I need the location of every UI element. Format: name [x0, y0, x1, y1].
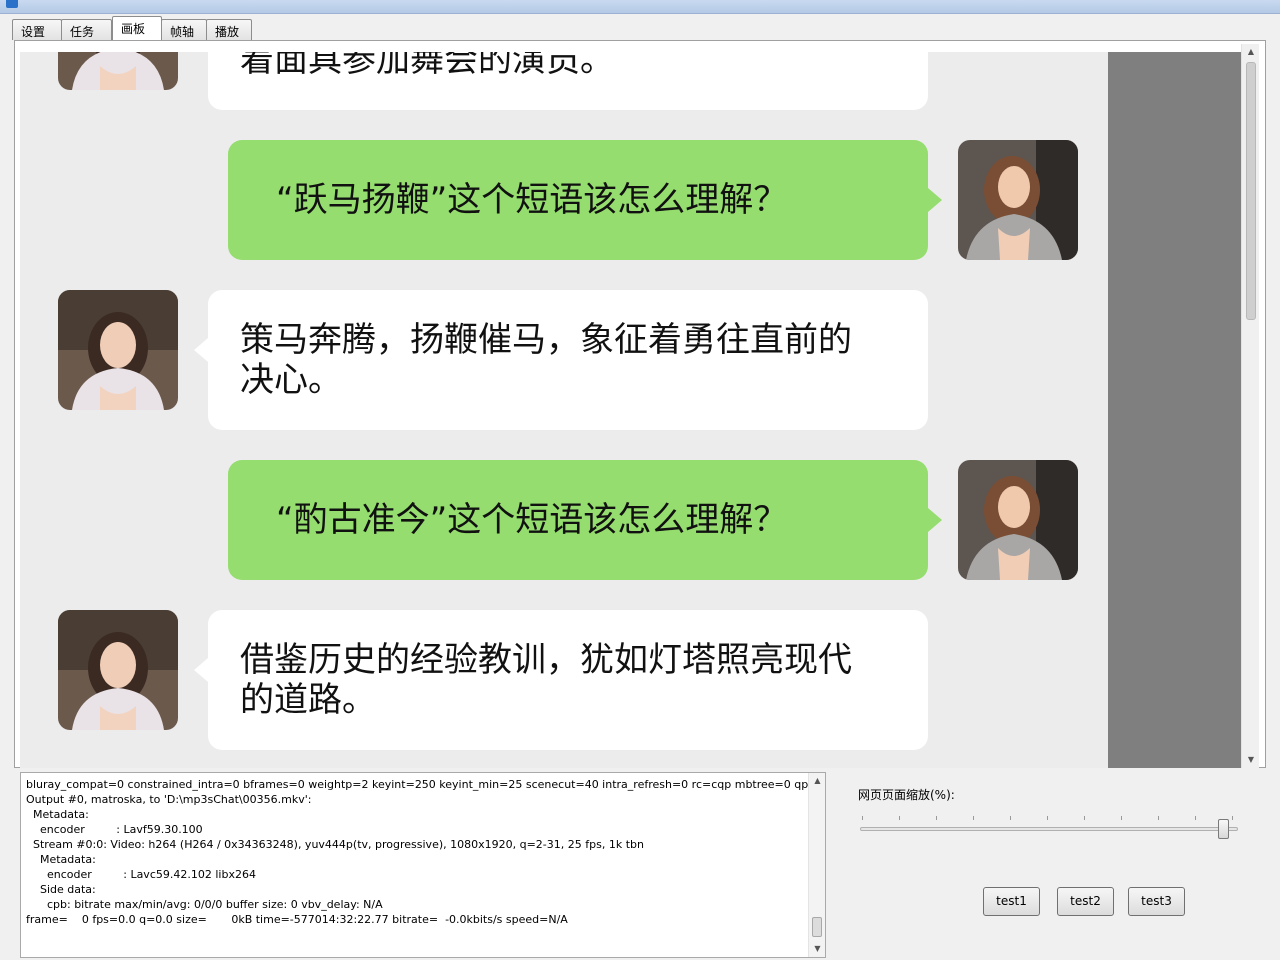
log-line: frame= 0 fps=0.0 q=0.0 size= 0kB time=-5… [26, 913, 568, 926]
woman-white-dress-avatar [58, 610, 178, 730]
slider-tick [862, 816, 863, 820]
zoom-slider[interactable] [858, 814, 1244, 844]
log-line: cpb: bitrate max/min/avg: 0/0/0 buffer s… [46, 898, 383, 911]
window-title-bar [0, 0, 1280, 14]
log-scrollbar[interactable]: ▲ ▼ [808, 773, 825, 957]
test1-button[interactable]: test1 [983, 887, 1040, 916]
log-line: encoder : Lavf59.30.100 [39, 823, 203, 836]
tab-settings[interactable]: 设置 [12, 19, 62, 40]
slider-tick [1195, 816, 1196, 820]
scroll-thumb[interactable] [1246, 62, 1256, 320]
tab-tasks[interactable]: 任务 [61, 19, 112, 40]
slider-tick [1232, 816, 1233, 820]
woman-grey-top-avatar [958, 460, 1078, 580]
log-line: Stream #0:0: Video: h264 (H264 / 0x34363… [32, 838, 644, 851]
slider-groove [860, 827, 1238, 831]
scroll-thumb[interactable] [812, 917, 822, 937]
log-line: Side data: [39, 883, 96, 896]
woman-white-dress-avatar [58, 52, 178, 90]
message-text: “跃马扬鞭”这个短语该怎么理解？ [276, 180, 788, 220]
log-line: Metadata: [39, 853, 96, 866]
message-text: 策马奔腾，扬鞭催马，象征着勇往直前的决心。 [240, 320, 852, 400]
bubble-tail [194, 658, 208, 682]
test2-button[interactable]: test2 [1057, 887, 1114, 916]
tab-timeline[interactable]: 帧轴 [161, 19, 207, 40]
slider-tick [1158, 816, 1159, 820]
web-preview[interactable]: 着面具参加舞会的演员。 “跃马扬鞭”这个短语该怎么理解？ 策马奔腾，扬鞭催马，象… [20, 52, 1241, 768]
tab-playback[interactable]: 播放 [206, 19, 252, 40]
chat-canvas: 着面具参加舞会的演员。 “跃马扬鞭”这个短语该怎么理解？ 策马奔腾，扬鞭催马，象… [20, 52, 1108, 768]
scroll-down-arrow-icon[interactable]: ▼ [1242, 752, 1260, 768]
message-text: 着面具参加舞会的演员。 [240, 52, 614, 80]
bubble-tail [194, 338, 208, 362]
log-line: encoder : Lavc59.42.102 libx264 [46, 868, 256, 881]
log-text: bluray_compat=0 constrained_intra=0 bfra… [26, 777, 824, 927]
slider-tick [936, 816, 937, 820]
slider-tick [1084, 816, 1085, 820]
zoom-label: 网页页面缩放(%): [858, 788, 955, 802]
slider-tick [1010, 816, 1011, 820]
slider-tick [899, 816, 900, 820]
slider-tick [1121, 816, 1122, 820]
slider-tick [973, 816, 974, 820]
message-text: 借鉴历史的经验教训，犹如灯塔照亮现代的道路。 [240, 640, 852, 720]
log-output[interactable]: bluray_compat=0 constrained_intra=0 bfra… [20, 772, 826, 958]
chat-bubble-left: 着面具参加舞会的演员。 [208, 52, 928, 110]
tab-bar: 设置 任务 画板 帧轴 播放 [12, 16, 1272, 40]
chat-bubble-left: 借鉴历史的经验教训，犹如灯塔照亮现代的道路。 [194, 610, 928, 750]
bubble-tail [928, 188, 942, 212]
log-line: Output #0, matroska, to 'D:\mp3sChat\003… [26, 793, 312, 806]
preview-scrollbar[interactable]: ▲ ▼ [1241, 44, 1259, 768]
log-line: Metadata: [32, 808, 89, 821]
message-text: “酌古准今”这个短语该怎么理解？ [276, 500, 788, 540]
bubble-tail [928, 508, 942, 532]
chat-bubble-left: 策马奔腾，扬鞭催马，象征着勇往直前的决心。 [194, 290, 928, 430]
scroll-up-arrow-icon[interactable]: ▲ [1242, 44, 1260, 60]
woman-grey-top-avatar [958, 140, 1078, 260]
woman-white-dress-avatar [58, 290, 178, 410]
scroll-up-arrow-icon[interactable]: ▲ [809, 773, 826, 789]
tab-canvas[interactable]: 画板 [112, 16, 162, 40]
scroll-down-arrow-icon[interactable]: ▼ [809, 941, 826, 957]
log-line: bluray_compat=0 constrained_intra=0 bfra… [26, 778, 824, 791]
test3-button[interactable]: test3 [1128, 887, 1185, 916]
slider-handle[interactable] [1218, 819, 1229, 839]
app-icon [6, 0, 18, 8]
slider-tick [1047, 816, 1048, 820]
chat-bubble-right: “酌古准今”这个短语该怎么理解？ [228, 460, 942, 580]
chat-bubble-right: “跃马扬鞭”这个短语该怎么理解？ [228, 140, 942, 260]
